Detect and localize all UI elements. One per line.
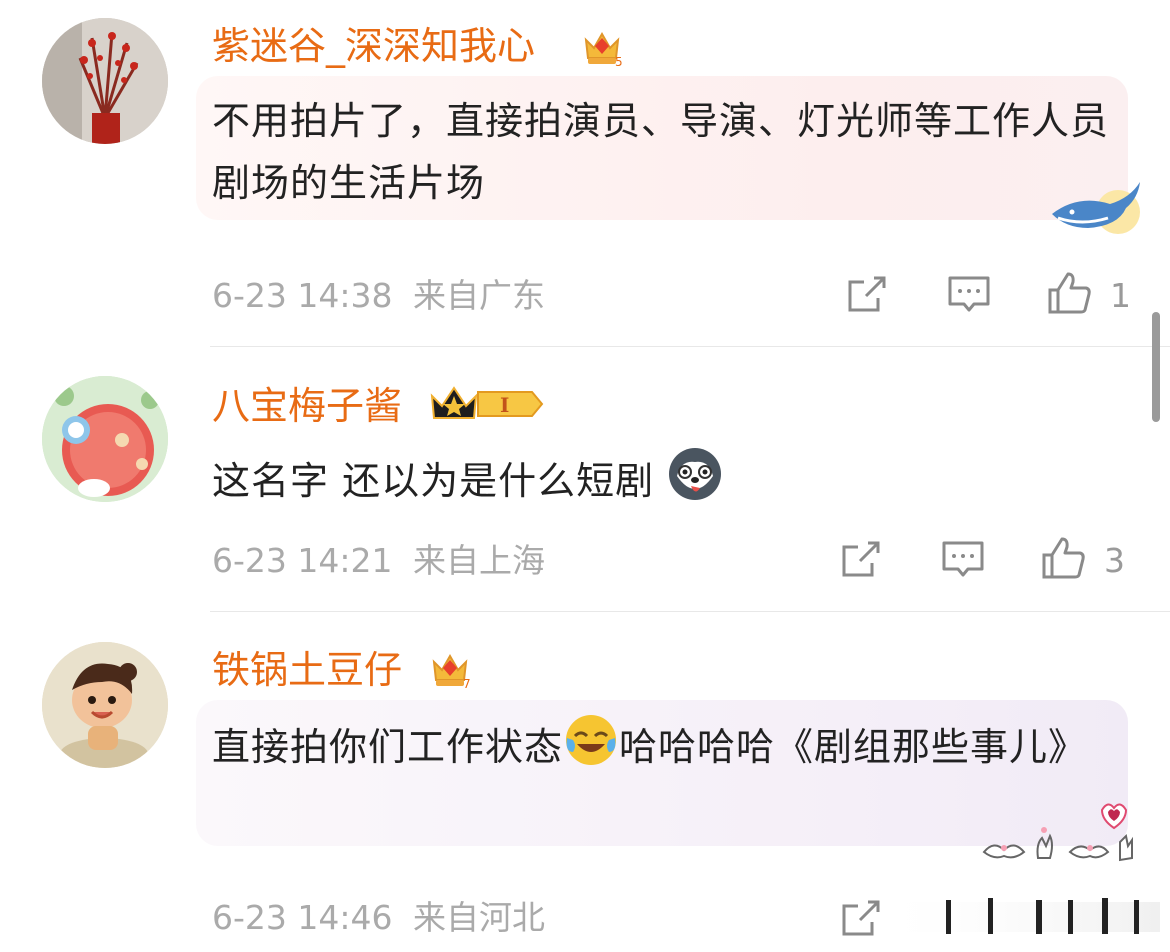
svg-text:7: 7	[463, 677, 471, 690]
laughing-crying-emoji-icon	[566, 715, 617, 765]
comment-text: 直接拍你们工作状态 哈哈哈哈《剧组那些事儿》	[212, 712, 1112, 778]
avatar[interactable]	[42, 642, 168, 768]
crown-badge-icon: 7	[432, 653, 471, 690]
hands-heart-decoration-icon	[982, 803, 1133, 862]
username[interactable]: 铁锅土豆仔	[212, 646, 402, 694]
share-icon[interactable]	[838, 896, 884, 942]
comment-icon[interactable]	[890, 892, 1160, 942]
comment-meta: 6-23 14:46 来自河北	[212, 898, 545, 938]
scrollbar[interactable]	[1152, 312, 1160, 422]
comment-item: 铁锅土豆仔 7 直接拍你们工作状态 哈哈哈哈《剧组那些事儿》 6-23 14:4…	[0, 0, 1170, 952]
timestamp: 6-23 14:46	[212, 898, 393, 937]
location: 来自河北	[413, 898, 545, 937]
